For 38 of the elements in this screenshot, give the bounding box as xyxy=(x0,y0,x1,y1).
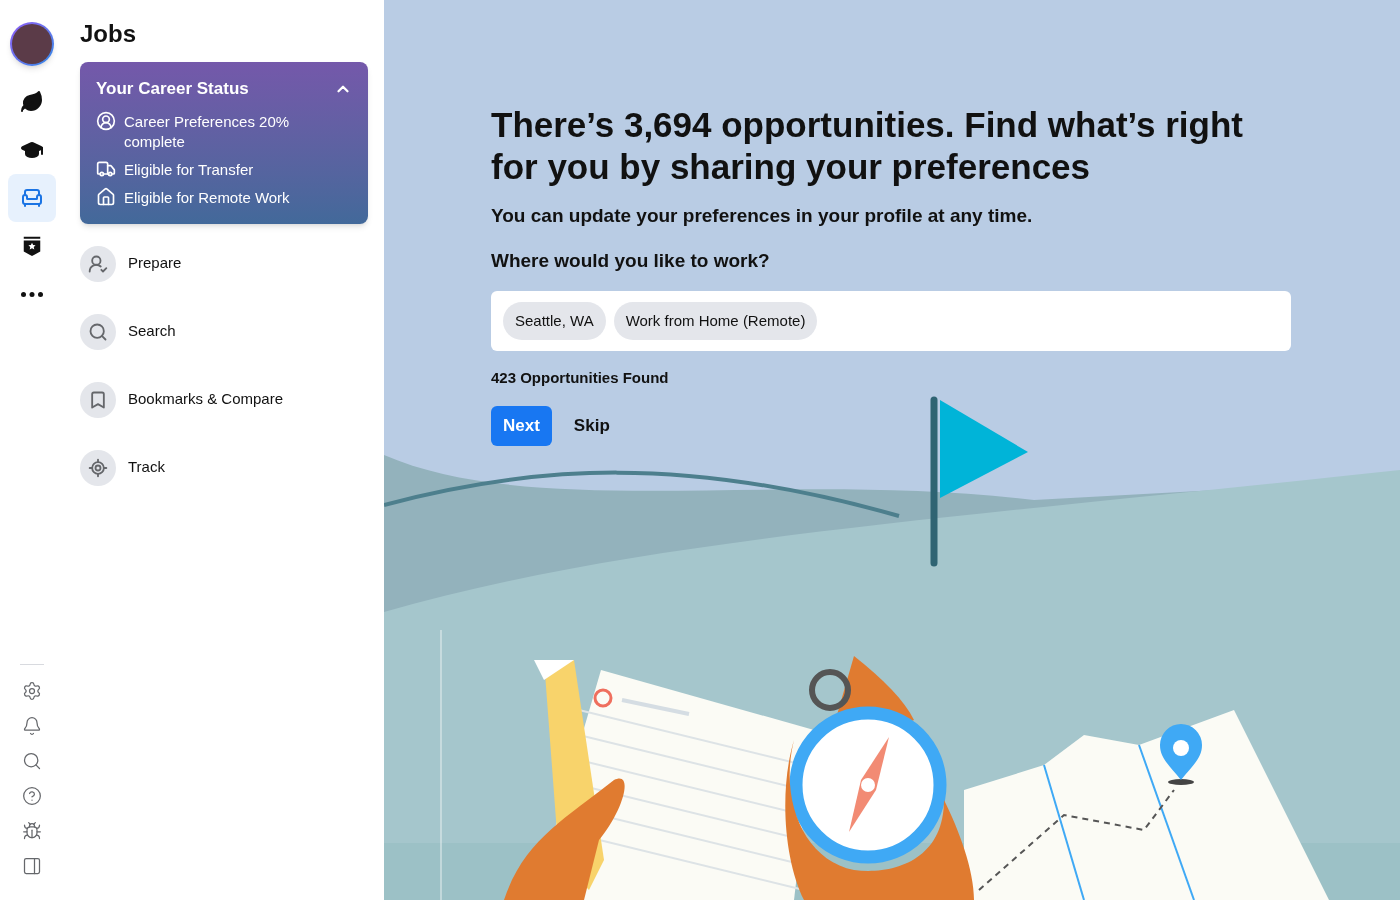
user-circle-icon xyxy=(96,110,116,131)
sidebar-item[interactable]: Track xyxy=(80,449,368,486)
search-icon[interactable] xyxy=(22,751,42,771)
results-count: 423 Opportunities Found xyxy=(491,368,670,388)
bookmark-icon xyxy=(88,389,108,410)
bug-icon[interactable] xyxy=(22,821,42,841)
sidebar-label: Prepare xyxy=(128,253,182,274)
person-check-icon xyxy=(88,253,108,274)
panel-icon[interactable] xyxy=(22,856,42,876)
sidebar-label: Track xyxy=(128,457,165,478)
settings-icon[interactable] xyxy=(22,681,42,701)
sidebar-item[interactable]: Prepare xyxy=(80,245,368,282)
avatar[interactable] xyxy=(10,22,54,66)
page-title: Jobs xyxy=(80,19,137,49)
sidebar-label: Bookmarks & Compare xyxy=(128,389,284,410)
search-icon xyxy=(88,321,108,342)
leaf-icon xyxy=(20,90,44,114)
skip-button[interactable]: Skip xyxy=(561,405,622,446)
status-text: Eligible for Transfer xyxy=(124,159,255,180)
next-button[interactable]: Next xyxy=(491,405,552,446)
help-icon[interactable] xyxy=(22,786,42,806)
question: Where would you like to work? xyxy=(491,248,771,273)
sidebar-item[interactable]: Search xyxy=(80,313,368,350)
status-text: Career Preferences 20% complete xyxy=(124,111,291,152)
star-badge-icon xyxy=(21,235,43,257)
sidebar-label: Search xyxy=(128,321,176,342)
more-icon xyxy=(21,291,43,297)
main-heading: There’s 3,694 opportunities. Find what’s right for you by sharing your preferences xyxy=(491,104,1244,188)
location-field[interactable]: Seattle, WA Work from Home (Remote) xyxy=(491,291,1291,351)
subheading: You can update your preferences in your profile at any time. xyxy=(491,204,1034,228)
house-icon xyxy=(96,186,116,207)
status-text: Eligible for Remote Work xyxy=(124,187,291,208)
card-title: Your Career Status xyxy=(96,78,249,100)
target-icon xyxy=(88,457,108,478)
location-chip[interactable]: Seattle, WA xyxy=(503,301,606,341)
bell-icon[interactable] xyxy=(22,716,42,736)
sidebar-item[interactable]: Bookmarks & Compare xyxy=(80,381,368,418)
location-chip[interactable]: Work from Home (Remote) xyxy=(613,301,818,341)
